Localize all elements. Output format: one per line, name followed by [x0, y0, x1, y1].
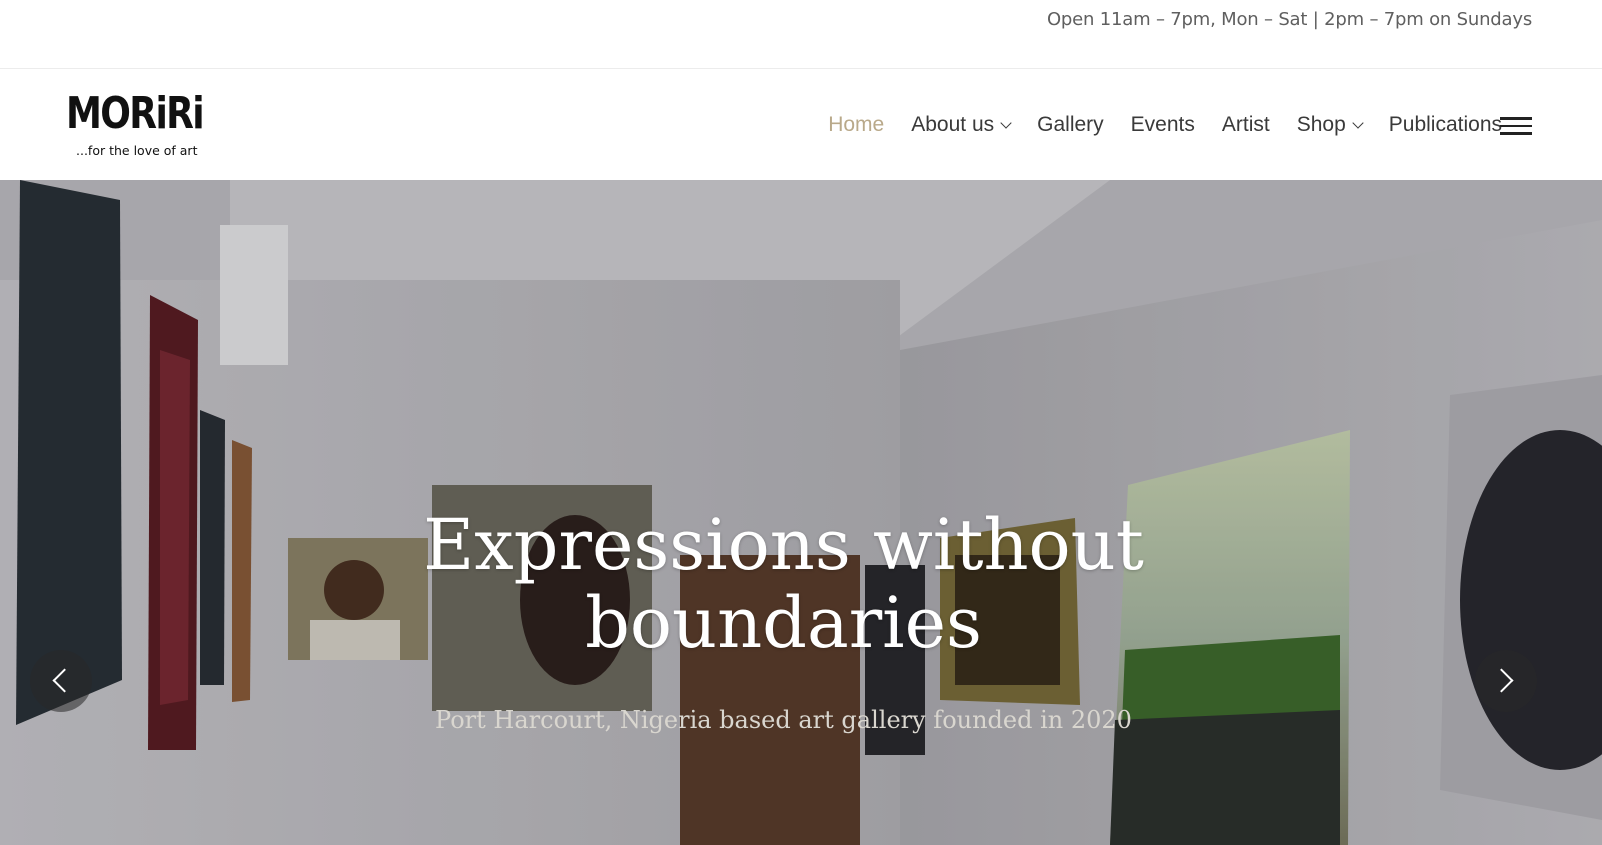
hero-subtitle: Port Harcourt, Nigeria based art gallery… [435, 706, 1132, 734]
nav-publications-label: Publications [1388, 113, 1502, 136]
opening-hours: Open 11am – 7pm, Mon – Sat | 2pm – 7pm o… [1046, 9, 1532, 30]
site-header: MORiRi ...for the love of art Home About… [0, 70, 1602, 180]
logo-wordmark: MORiRi [66, 88, 205, 139]
nav-home[interactable]: Home [828, 113, 884, 137]
hero-slider: Expressions without boundaries Port Harc… [0, 180, 1602, 845]
chevron-down-icon [1352, 116, 1364, 129]
nav-home-label: Home [828, 113, 885, 136]
nav-about-us[interactable]: About us [911, 113, 1012, 137]
nav-shop[interactable]: Shop [1296, 113, 1364, 137]
hero-title-line-2: boundaries [585, 582, 982, 664]
nav-artist[interactable]: Artist [1222, 113, 1270, 137]
top-info-bar: Open 11am – 7pm, Mon – Sat | 2pm – 7pm o… [0, 0, 1602, 69]
site-logo[interactable]: MORiRi ...for the love of art [66, 88, 212, 162]
nav-publications[interactable]: Publications [1389, 113, 1502, 137]
slider-next-button[interactable] [1475, 650, 1537, 712]
nav-artist-label: Artist [1221, 113, 1270, 136]
hero-title: Expressions without boundaries [0, 506, 1567, 662]
chevron-left-icon [52, 668, 77, 693]
slider-prev-button[interactable] [30, 650, 92, 712]
nav-events[interactable]: Events [1131, 113, 1195, 137]
nav-about-us-label: About us [911, 113, 995, 136]
logo-tagline: ...for the love of art [76, 143, 198, 158]
chevron-down-icon [1000, 116, 1012, 129]
nav-shop-label: Shop [1296, 113, 1346, 136]
chevron-right-icon [1489, 668, 1514, 693]
nav-events-label: Events [1130, 113, 1195, 136]
nav-gallery[interactable]: Gallery [1037, 113, 1104, 137]
nav-gallery-label: Gallery [1037, 113, 1104, 136]
hamburger-icon[interactable] [1500, 117, 1532, 135]
hero-title-line-1: Expressions without [423, 504, 1144, 586]
main-nav: Home About us Gallery Events Artist Shop… [801, 70, 1502, 180]
